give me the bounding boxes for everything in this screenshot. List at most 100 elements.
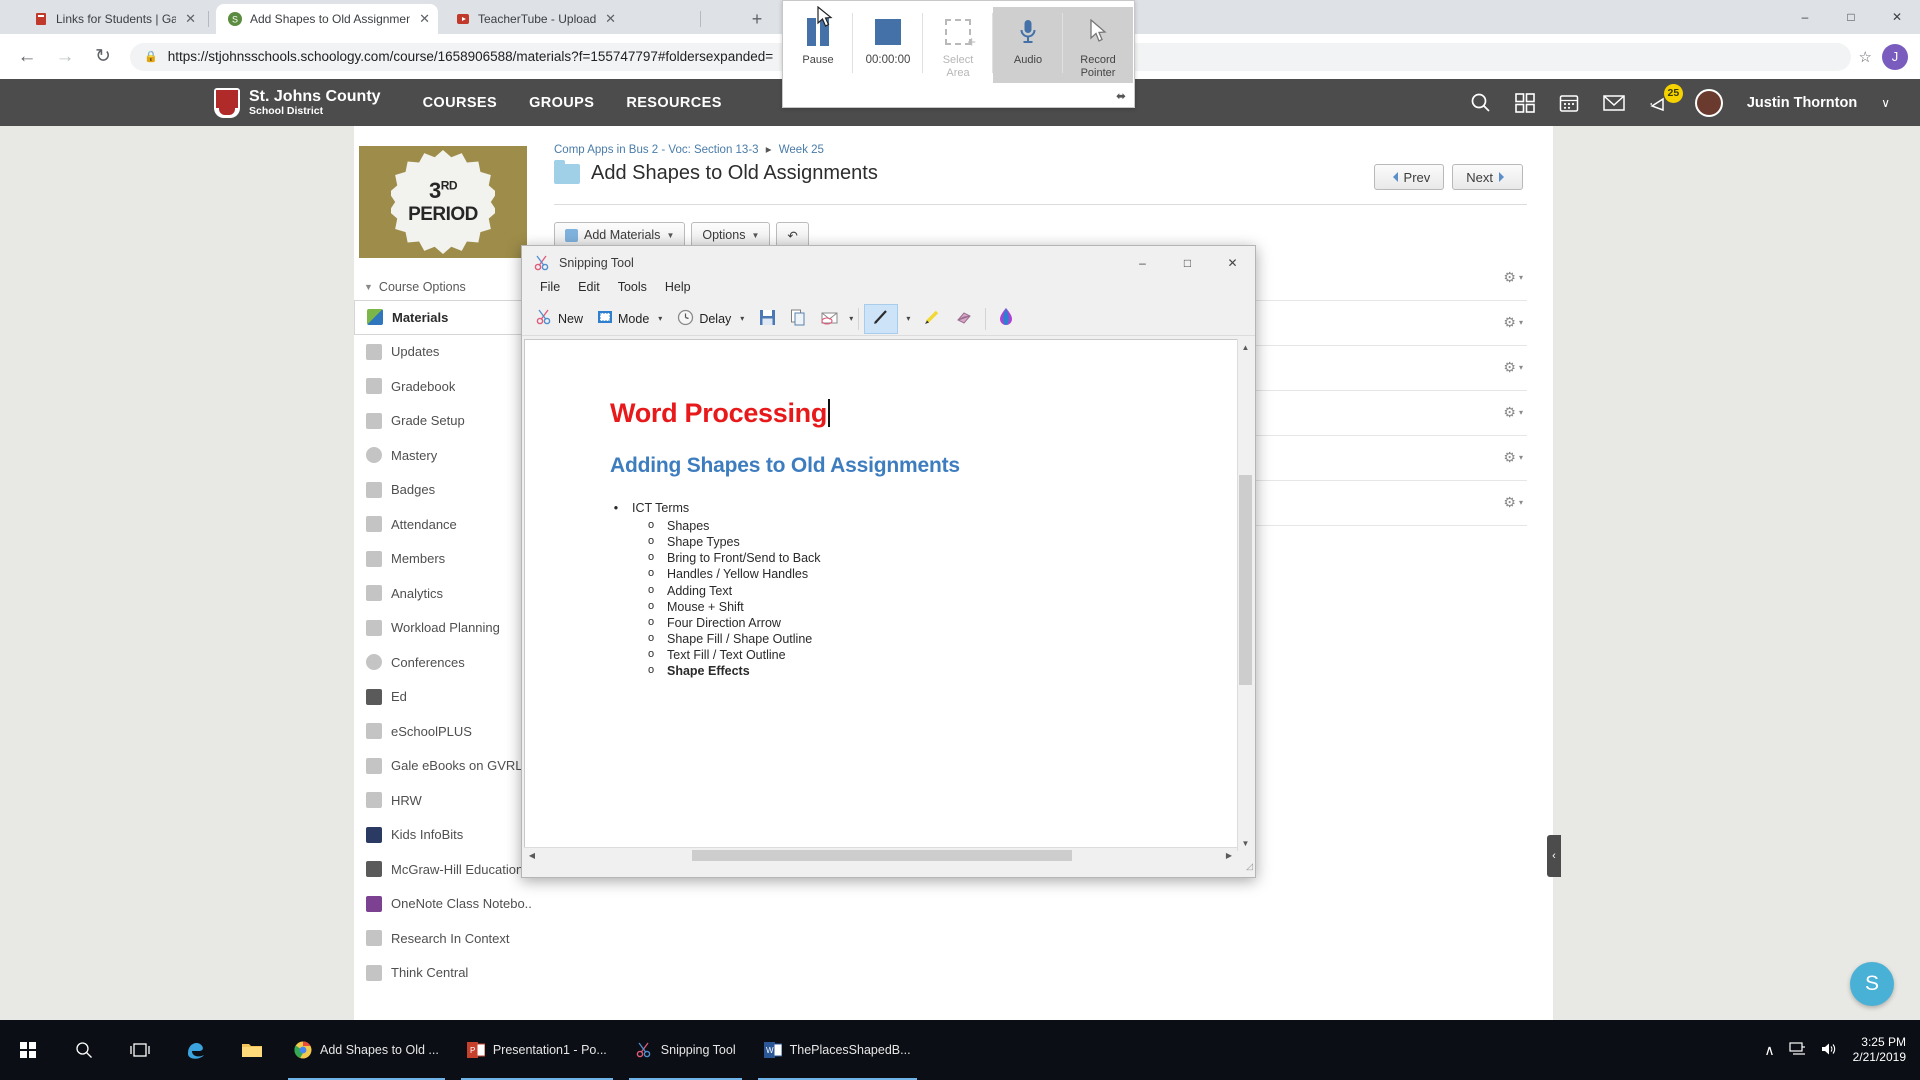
gear-icon[interactable]: ⚙ xyxy=(1503,494,1516,511)
snip-mode-button[interactable]: Mode xyxy=(590,304,656,334)
district-logo[interactable]: St. Johns County School District xyxy=(214,87,381,118)
sidebar-item-think-central[interactable]: Think Central xyxy=(354,956,532,991)
profile-avatar[interactable]: J xyxy=(1882,43,1908,70)
task-view-icon[interactable] xyxy=(112,1020,168,1080)
snip-eraser-button[interactable] xyxy=(948,304,980,334)
user-avatar[interactable] xyxy=(1694,88,1723,117)
calendar-icon[interactable] xyxy=(1559,93,1579,113)
snip-paint3d-button[interactable] xyxy=(991,304,1021,334)
sidebar-item-analytics[interactable]: Analytics xyxy=(354,576,532,611)
nav-courses[interactable]: COURSES xyxy=(423,95,498,111)
edge-icon[interactable] xyxy=(168,1020,224,1080)
menu-edit[interactable]: Edit xyxy=(569,280,609,302)
reload-button[interactable]: ↻ xyxy=(84,38,122,76)
menu-file[interactable]: File xyxy=(531,280,569,302)
next-button[interactable]: Next xyxy=(1452,164,1523,190)
browser-tab-2[interactable]: TeacherTube - Upload ✕ xyxy=(444,4,624,34)
row-actions[interactable]: ⚙ ▾ xyxy=(1503,314,1523,331)
recorder-pin-icon[interactable]: ⬌ xyxy=(1116,89,1126,103)
sidebar-item-mcgraw-hill[interactable]: McGraw-Hill Education... xyxy=(354,852,532,887)
gear-icon[interactable]: ⚙ xyxy=(1503,404,1516,421)
nav-groups[interactable]: GROUPS xyxy=(529,95,594,111)
recorder-audio-button[interactable]: Audio xyxy=(993,7,1063,83)
sidebar-item-badges[interactable]: Badges xyxy=(354,473,532,508)
prev-button[interactable]: Prev xyxy=(1373,164,1445,190)
apps-grid-icon[interactable] xyxy=(1515,92,1535,113)
gear-icon[interactable]: ⚙ xyxy=(1503,449,1516,466)
snip-minimize-button[interactable]: – xyxy=(1120,246,1165,280)
snip-vertical-scrollbar[interactable]: ▲ ▼ xyxy=(1237,339,1253,851)
pen-chevron-down-icon[interactable]: ▾ xyxy=(900,314,916,323)
sidebar-item-grade-setup[interactable]: Grade Setup xyxy=(354,404,532,439)
snip-copy-button[interactable] xyxy=(783,304,814,334)
sidebar-collapse-button[interactable]: ‹ xyxy=(1547,835,1561,877)
sidebar-item-research-in-context[interactable]: Research In Context xyxy=(354,921,532,956)
menu-help[interactable]: Help xyxy=(656,280,700,302)
scroll-up-icon[interactable]: ▲ xyxy=(1238,339,1253,355)
window-close-button[interactable]: ✕ xyxy=(1874,0,1920,34)
recorder-select-area-button[interactable]: + Select Area xyxy=(923,7,993,83)
snip-horizontal-scrollbar[interactable]: ◀ ▶ xyxy=(524,847,1237,863)
snip-email-button[interactable] xyxy=(814,304,847,334)
sidebar-item-members[interactable]: Members xyxy=(354,542,532,577)
sidebar-item-gradebook[interactable]: Gradebook xyxy=(354,369,532,404)
snip-preview-canvas[interactable]: Word Processing Adding Shapes to Old Ass… xyxy=(524,339,1241,851)
mode-chevron-down-icon[interactable]: ▾ xyxy=(658,314,662,323)
recorder-stop-timer[interactable]: 00:00:00 xyxy=(853,7,923,83)
browser-tab-1[interactable]: S Add Shapes to Old Assignments ✕ xyxy=(216,4,438,34)
gear-icon[interactable]: ⚙ xyxy=(1503,314,1516,331)
snip-close-button[interactable]: ✕ xyxy=(1210,246,1255,280)
row-actions[interactable]: ⚙ ▾ xyxy=(1503,449,1523,466)
network-icon[interactable] xyxy=(1789,1041,1807,1059)
email-chevron-down-icon[interactable]: ▾ xyxy=(849,314,853,323)
breadcrumb-course[interactable]: Comp Apps in Bus 2 - Voc: Section 13-3 xyxy=(554,144,759,156)
taskbar-app-powerpoint[interactable]: P Presentation1 - Po... xyxy=(453,1020,621,1080)
sidebar-item-updates[interactable]: Updates xyxy=(354,335,532,370)
mail-icon[interactable] xyxy=(1603,94,1625,112)
menu-tools[interactable]: Tools xyxy=(609,280,656,302)
snip-highlighter-button[interactable] xyxy=(916,304,948,334)
nav-resources[interactable]: RESOURCES xyxy=(626,95,721,111)
volume-icon[interactable] xyxy=(1821,1042,1839,1059)
snip-new-button[interactable]: New xyxy=(528,304,590,334)
chevron-down-icon[interactable]: ∨ xyxy=(1881,96,1890,110)
sidebar-item-workload-planning[interactable]: Workload Planning xyxy=(354,611,532,646)
windows-start-icon[interactable] xyxy=(0,1020,56,1080)
gear-icon[interactable]: ⚙ xyxy=(1503,269,1516,286)
new-tab-button[interactable]: + xyxy=(745,8,769,32)
gear-icon[interactable]: ⚙ xyxy=(1503,359,1516,376)
sidebar-item-kids-infobits[interactable]: Kids InfoBits xyxy=(354,818,532,853)
window-minimize-button[interactable]: – xyxy=(1782,0,1828,34)
chevron-down-icon[interactable]: ▾ xyxy=(1519,273,1523,282)
chevron-down-icon[interactable]: ▾ xyxy=(1519,498,1523,507)
chevron-down-icon[interactable]: ▾ xyxy=(1519,363,1523,372)
sidebar-item-conferences[interactable]: Conferences xyxy=(354,645,532,680)
sidebar-item-mastery[interactable]: Mastery xyxy=(354,438,532,473)
chevron-down-icon[interactable]: ▾ xyxy=(1519,453,1523,462)
browser-tab-0[interactable]: Links for Students | Gamble Rog ✕ xyxy=(22,4,204,34)
row-actions[interactable]: ⚙ ▾ xyxy=(1503,269,1523,286)
tab-close-icon[interactable]: ✕ xyxy=(419,11,430,27)
breadcrumb-week[interactable]: Week 25 xyxy=(779,144,824,156)
sidebar-item-materials[interactable]: Materials xyxy=(354,300,532,335)
tab-close-icon[interactable]: ✕ xyxy=(185,11,196,27)
chevron-down-icon[interactable]: ▾ xyxy=(1519,318,1523,327)
taskbar-app-chrome[interactable]: Add Shapes to Old ... xyxy=(280,1020,453,1080)
course-options-toggle[interactable]: ▼ Course Options xyxy=(364,280,532,294)
user-name[interactable]: Justin Thornton xyxy=(1747,95,1857,111)
forward-button[interactable]: → xyxy=(46,38,84,76)
scroll-left-icon[interactable]: ◀ xyxy=(524,851,540,860)
notifications-icon[interactable]: 25 xyxy=(1649,83,1683,113)
vertical-scroll-thumb[interactable] xyxy=(1239,475,1252,685)
tab-close-icon[interactable]: ✕ xyxy=(605,11,616,27)
back-button[interactable]: ← xyxy=(8,38,46,76)
search-icon[interactable] xyxy=(1470,92,1491,113)
star-icon[interactable]: ☆ xyxy=(1859,48,1872,66)
taskbar-app-word[interactable]: W ThePlacesShapedB... xyxy=(750,1020,925,1080)
recorder-record-pointer-button[interactable]: Record Pointer xyxy=(1063,7,1133,83)
snip-delay-button[interactable]: Delay xyxy=(670,304,738,334)
sidebar-item-gale-ebooks[interactable]: Gale eBooks on GVRL xyxy=(354,749,532,784)
snip-save-button[interactable] xyxy=(752,304,783,334)
row-actions[interactable]: ⚙ ▾ xyxy=(1503,404,1523,421)
support-bubble-button[interactable]: S xyxy=(1850,962,1894,1006)
